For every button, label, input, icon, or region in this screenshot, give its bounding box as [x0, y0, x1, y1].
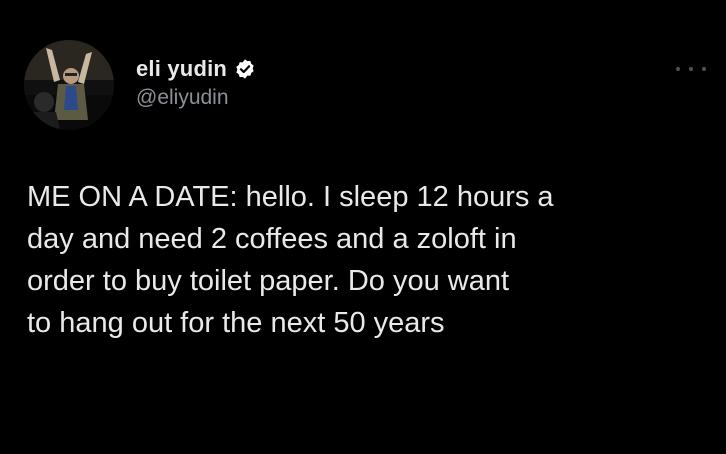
avatar-photo [24, 40, 114, 130]
tweet-card: eli yudin @eliyudin ME ON A DATE: hello.… [0, 0, 726, 454]
more-dot [689, 67, 693, 71]
verified-badge-icon [234, 58, 256, 80]
more-options-icon[interactable] [676, 62, 706, 76]
tweet-text: ME ON A DATE: hello. I sleep 12 hours a … [27, 181, 554, 339]
author-display-name[interactable]: eli yudin [136, 56, 227, 82]
more-dot [676, 67, 680, 71]
author-name-row: eli yudin [136, 54, 256, 84]
more-dot [702, 67, 706, 71]
tweet-author: eli yudin @eliyudin [136, 54, 256, 110]
author-handle[interactable]: @eliyudin [136, 86, 256, 110]
avatar[interactable] [24, 40, 114, 130]
